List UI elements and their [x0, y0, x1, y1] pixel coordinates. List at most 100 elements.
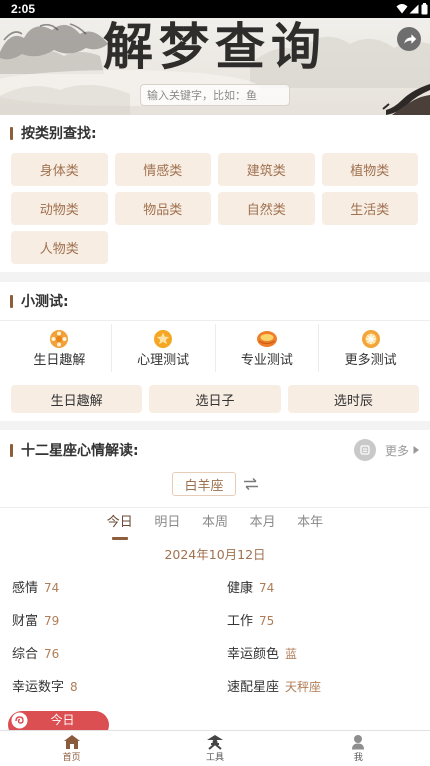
section-accent-bar — [10, 443, 13, 457]
category-button[interactable]: 生活类 — [321, 192, 418, 225]
signal-icon — [409, 4, 419, 14]
tab-tomorrow[interactable]: 明日 — [144, 514, 192, 540]
section-separator — [0, 421, 430, 430]
nav-item-tools[interactable]: 工具 — [143, 731, 286, 766]
stat-label: 幸运颜色 — [227, 647, 280, 662]
tab-today[interactable]: 今日 — [96, 514, 144, 540]
category-button[interactable]: 自然类 — [218, 192, 315, 225]
tools-icon — [206, 735, 223, 750]
birthday-flower-icon — [50, 330, 69, 348]
zodiac-sign-select[interactable]: 白羊座 — [172, 472, 236, 496]
header-banner: 解梦查询 — [0, 18, 430, 115]
tests-row: 生日趣解 心理测试 专业测试 更多测试 — [8, 324, 422, 372]
tests-section-title: 小测试: — [21, 294, 69, 310]
more-tests-icon — [361, 330, 380, 348]
profile-icon — [352, 735, 365, 750]
stat-work: 工作 75 — [227, 612, 422, 645]
stat-label: 幸运数字 — [12, 680, 65, 695]
wifi-icon — [396, 4, 408, 14]
test-label: 心理测试 — [137, 353, 190, 368]
category-button[interactable]: 身体类 — [11, 153, 108, 186]
birthday-fun-button[interactable]: 生日趣解 — [11, 385, 143, 413]
category-button[interactable]: 动物类 — [11, 192, 108, 225]
stat-lucky-number: 幸运数字 8 — [12, 678, 227, 711]
more-link[interactable]: 更多 — [354, 439, 420, 461]
stat-match-sign: 速配星座 天秤座 — [227, 678, 422, 711]
stat-label: 速配星座 — [227, 680, 280, 695]
tab-label: 今日 — [106, 515, 133, 530]
category-button[interactable]: 人物类 — [11, 231, 108, 264]
psychology-badge-icon — [154, 330, 173, 348]
home-icon — [63, 735, 80, 749]
stat-value: 76 — [44, 647, 60, 661]
category-grid: 身体类 情感类 建筑类 植物类 动物类 物品类 自然类 生活类 人物类 — [11, 153, 418, 264]
stat-value: 74 — [44, 581, 60, 595]
period-tabs: 今日 明日 本周 本月 本年 — [96, 514, 334, 540]
divider — [0, 320, 430, 321]
category-button[interactable]: 情感类 — [114, 153, 211, 186]
horoscope-stats: 感情 74 健康 74 财富 79 工作 75 综合 76 幸运颜色蓝 幸运数字 8 速配星… — [12, 579, 422, 711]
stat-value: 蓝 — [285, 647, 298, 661]
divider — [0, 507, 430, 508]
stat-health: 健康 74 — [227, 579, 422, 612]
search-input[interactable] — [140, 84, 290, 106]
category-section-title: 按类别查找: — [21, 126, 97, 142]
nav-label: 工具 — [205, 753, 224, 763]
choose-day-button[interactable]: 选日子 — [149, 385, 281, 413]
horoscope-section-header: 十二星座心情解读: — [10, 440, 139, 460]
tab-this-month[interactable]: 本月 — [239, 514, 287, 540]
test-item-birthday[interactable]: 生日趣解 — [8, 324, 112, 372]
nav-label: 首页 — [62, 753, 81, 763]
stat-label: 感情 — [12, 581, 39, 596]
professional-lens-icon — [256, 331, 277, 347]
test-label: 更多测试 — [344, 353, 397, 368]
stat-label: 工作 — [227, 614, 254, 629]
test-label: 专业测试 — [240, 353, 293, 368]
status-time: 2:05 — [11, 2, 36, 16]
tab-label: 明日 — [154, 515, 181, 530]
stat-value: 天秤座 — [285, 680, 322, 694]
stat-value: 79 — [44, 614, 60, 628]
test-item-professional[interactable]: 专业测试 — [216, 324, 320, 372]
stat-love: 感情 74 — [12, 579, 227, 612]
app-screen: 2:05 解梦查询 输入关键字，比如：鱼 按类别查找: 身体类 情感类 建筑类 … — [0, 0, 430, 766]
test-item-more[interactable]: 更多测试 — [319, 324, 422, 372]
tab-underline — [111, 537, 128, 540]
more-circle-icon — [354, 439, 376, 461]
nav-item-me[interactable]: 我 — [287, 731, 430, 766]
tab-label: 本月 — [249, 515, 276, 530]
test-label: 生日趣解 — [33, 353, 86, 368]
share-icon — [404, 34, 417, 44]
stat-value: 75 — [259, 614, 275, 628]
badge-label: 今日 — [50, 713, 75, 727]
choose-hour-button[interactable]: 选时辰 — [287, 385, 419, 413]
tab-label: 本周 — [201, 515, 228, 530]
stat-label: 综合 — [12, 647, 39, 662]
section-accent-bar — [10, 126, 13, 140]
category-button[interactable]: 物品类 — [114, 192, 211, 225]
tab-this-year[interactable]: 本年 — [286, 514, 334, 540]
stat-lucky-color: 幸运颜色蓝 — [227, 645, 422, 678]
nav-label: 我 — [353, 753, 363, 763]
battery-icon — [421, 3, 428, 15]
stat-value: 74 — [259, 581, 275, 595]
category-button[interactable]: 植物类 — [321, 153, 418, 186]
section-accent-bar — [10, 294, 13, 308]
bottom-nav: 首页 工具 我 — [0, 730, 430, 766]
app-title: 解梦查询 — [103, 18, 327, 76]
nav-item-home[interactable]: 首页 — [0, 731, 143, 766]
stat-label: 财富 — [12, 614, 39, 629]
test-item-psychology[interactable]: 心理测试 — [112, 324, 216, 372]
stat-label: 健康 — [227, 581, 254, 596]
category-button[interactable]: 建筑类 — [218, 153, 315, 186]
swap-icon[interactable] — [243, 477, 259, 491]
chevron-right-icon — [413, 446, 420, 454]
stat-overall: 综合 76 — [12, 645, 227, 678]
stat-value: 8 — [70, 680, 78, 694]
tab-this-week[interactable]: 本周 — [191, 514, 239, 540]
status-bar: 2:05 — [0, 0, 430, 18]
share-button[interactable] — [397, 27, 421, 51]
category-section-header: 按类别查找: — [10, 123, 97, 143]
section-separator — [0, 272, 430, 282]
tab-label: 本年 — [297, 515, 324, 530]
